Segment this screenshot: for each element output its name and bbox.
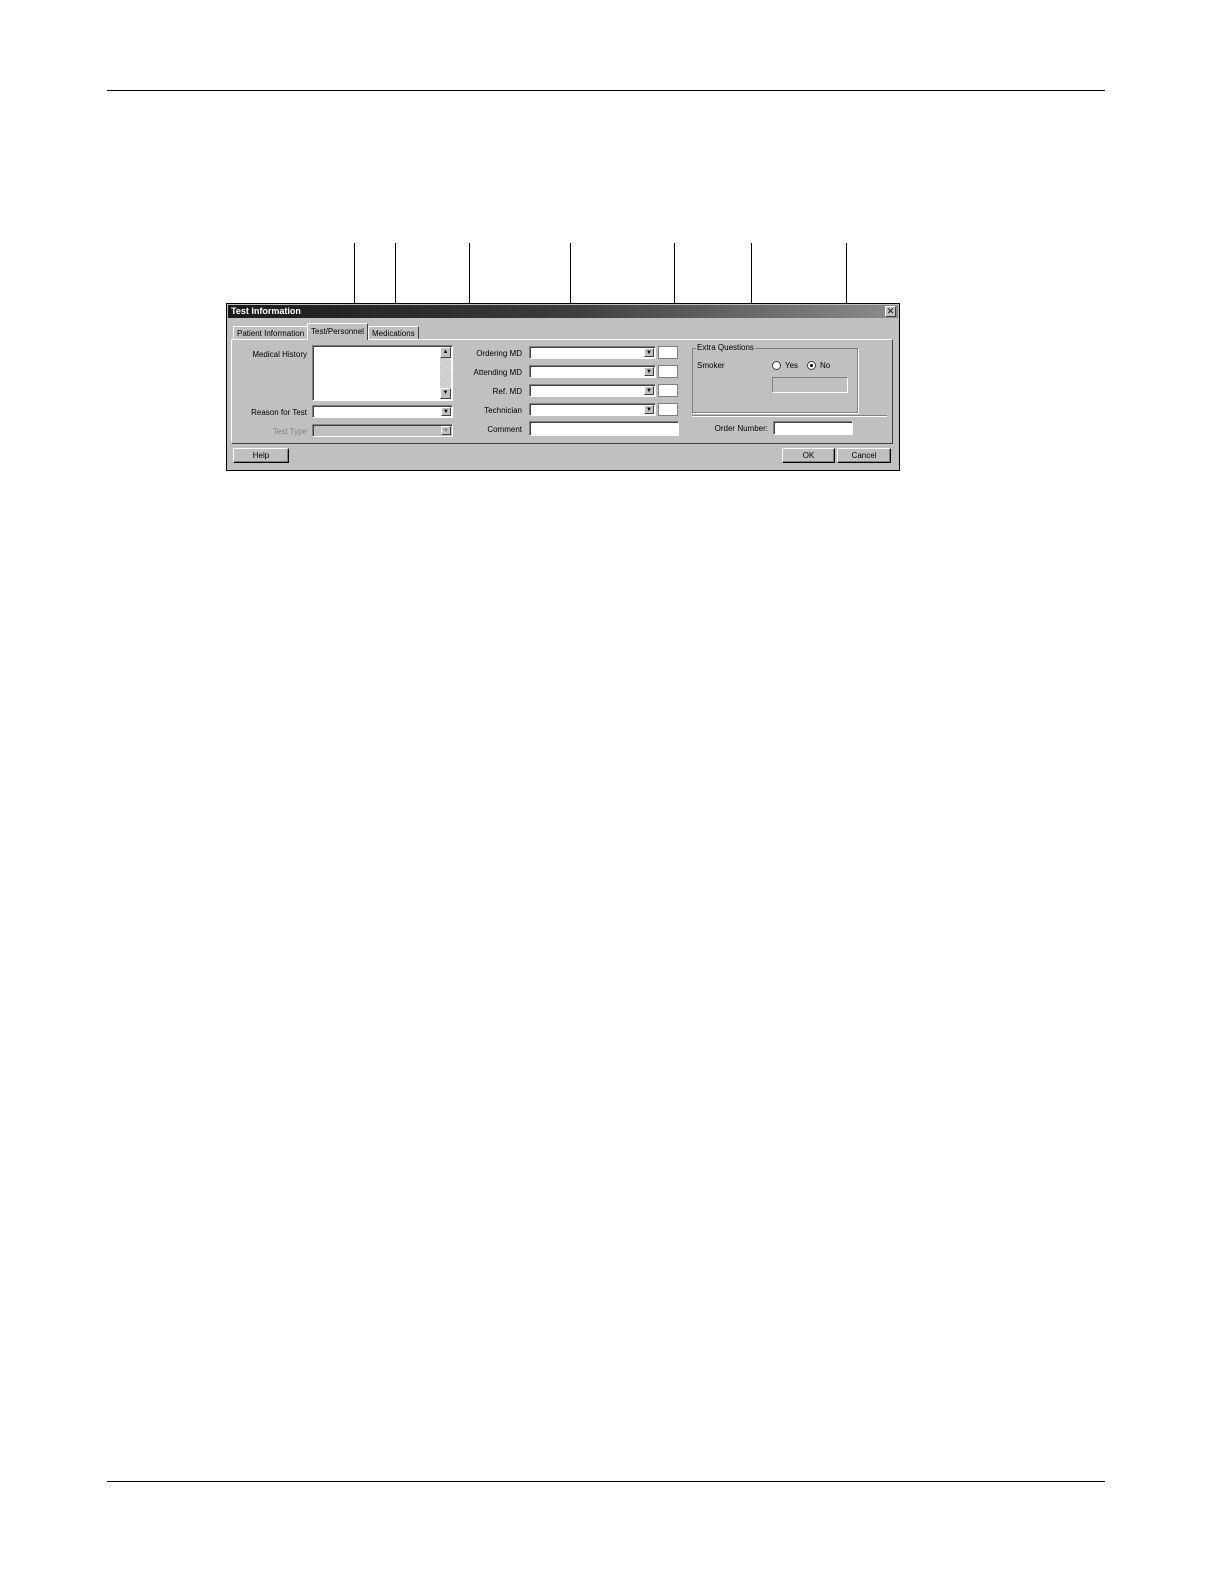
chevron-down-icon[interactable]: ▼ bbox=[644, 367, 654, 376]
test-type-dropdown: ▼ bbox=[312, 424, 453, 437]
comment-label: Comment bbox=[487, 425, 522, 434]
ordering-md-dropdown[interactable]: ▼ bbox=[529, 346, 656, 359]
ordering-md-label: Ordering MD bbox=[476, 349, 522, 358]
close-icon[interactable]: ✕ bbox=[885, 306, 896, 317]
technician-code[interactable] bbox=[658, 403, 678, 416]
ok-button[interactable]: OK bbox=[782, 448, 835, 463]
extra-questions-title-text: Extra Questions bbox=[697, 343, 754, 352]
medical-history-input[interactable]: ▲ ▼ bbox=[312, 345, 453, 401]
reason-for-test-dropdown[interactable]: ▼ bbox=[312, 405, 453, 418]
help-button[interactable]: Help bbox=[233, 448, 289, 463]
page-footer-rule bbox=[107, 1481, 1105, 1482]
scroll-up-icon[interactable]: ▲ bbox=[440, 347, 451, 358]
technician-label: Technician bbox=[484, 406, 522, 415]
ref-md-dropdown[interactable]: ▼ bbox=[529, 384, 656, 397]
smoker-yes-label[interactable]: Yes bbox=[785, 361, 798, 370]
order-number-input[interactable] bbox=[773, 421, 853, 435]
tab-patient-information[interactable]: Patient Information bbox=[233, 326, 309, 340]
smoker-no-label[interactable]: No bbox=[820, 361, 830, 370]
medical-history-scrollbar[interactable]: ▲ ▼ bbox=[440, 347, 451, 399]
chevron-down-icon[interactable]: ▼ bbox=[441, 407, 451, 416]
smoker-label: Smoker bbox=[697, 361, 725, 370]
technician-dropdown[interactable]: ▼ bbox=[529, 403, 656, 416]
extra-questions-title: Extra Questions bbox=[696, 343, 755, 352]
cancel-button[interactable]: Cancel bbox=[837, 448, 891, 463]
radio-selected-dot bbox=[810, 364, 813, 367]
test-information-dialog: Test Information ✕ Patient Information T… bbox=[226, 303, 900, 471]
ref-md-code[interactable] bbox=[658, 384, 678, 397]
tab-medications[interactable]: Medications bbox=[368, 326, 419, 340]
test-type-label: Test Type bbox=[272, 427, 307, 436]
reason-for-test-label: Reason for Test bbox=[251, 408, 307, 417]
attending-md-label: Attending MD bbox=[473, 368, 522, 377]
smoker-yes-radio[interactable] bbox=[772, 361, 781, 370]
chevron-down-icon[interactable]: ▼ bbox=[644, 405, 654, 414]
dialog-titlebar: Test Information ✕ bbox=[228, 305, 898, 318]
tab-test-personnel[interactable]: Test/Personnel bbox=[307, 323, 368, 340]
smoker-no-radio[interactable] bbox=[807, 361, 816, 370]
extra-answer-box[interactable] bbox=[772, 377, 848, 393]
scroll-down-icon[interactable]: ▼ bbox=[440, 388, 451, 399]
order-number-label: Order Number: bbox=[714, 424, 768, 433]
chevron-down-icon[interactable]: ▼ bbox=[644, 386, 654, 395]
chevron-down-icon: ▼ bbox=[441, 426, 451, 435]
order-separator bbox=[692, 415, 887, 416]
medical-history-label: Medical History bbox=[252, 350, 307, 359]
attending-md-code[interactable] bbox=[658, 365, 678, 378]
dialog-title: Test Information bbox=[231, 306, 301, 316]
chevron-down-icon[interactable]: ▼ bbox=[644, 348, 654, 357]
ordering-md-code[interactable] bbox=[658, 346, 678, 359]
page-header-rule bbox=[107, 90, 1105, 91]
ref-md-label: Ref. MD bbox=[492, 387, 522, 396]
comment-input[interactable] bbox=[529, 421, 679, 436]
tab-panel: Medical History ▲ ▼ Reason for Test ▼ Te… bbox=[231, 339, 893, 444]
attending-md-dropdown[interactable]: ▼ bbox=[529, 365, 656, 378]
